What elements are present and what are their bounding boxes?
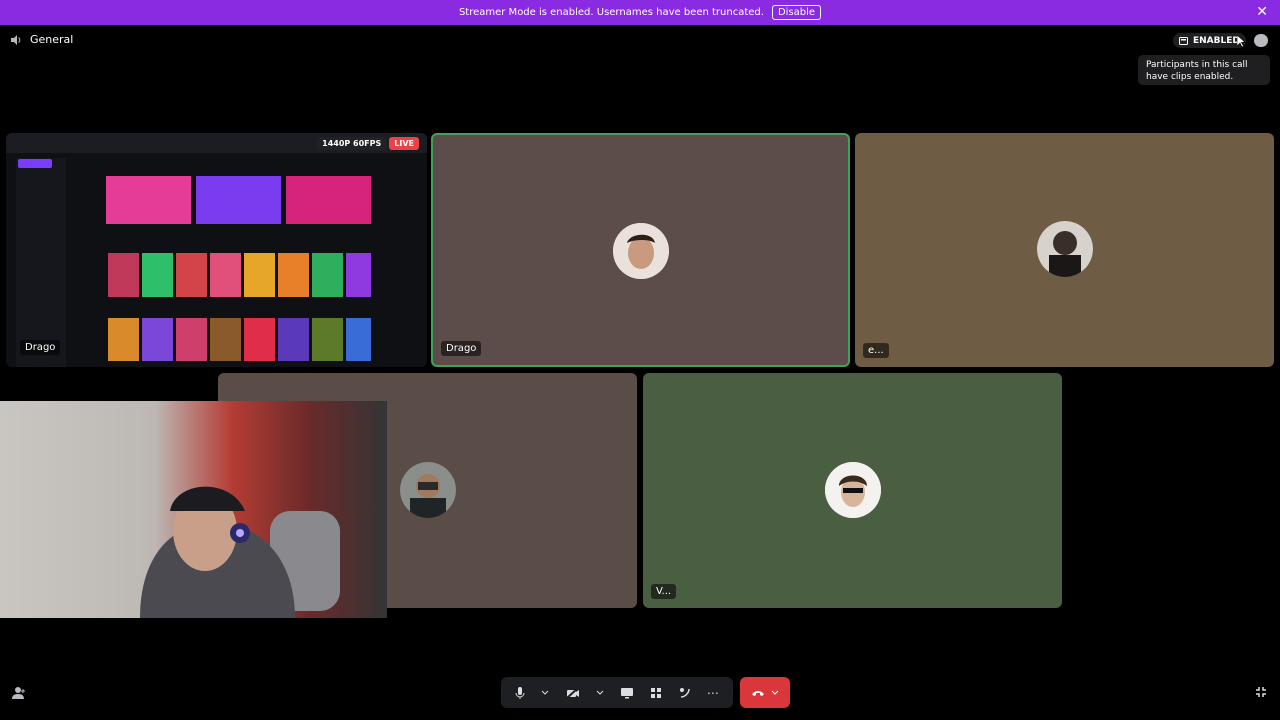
tile-name: e...	[863, 343, 889, 358]
speaker-icon	[11, 34, 21, 45]
tile-name: V...	[651, 584, 677, 599]
banner-text: Streamer Mode is enabled. Usernames have…	[458, 7, 764, 18]
quality-badge: 1440P 60FPS	[317, 137, 387, 150]
avatar	[400, 462, 456, 518]
camera-off-icon[interactable]	[565, 686, 580, 699]
channel-header: General	[10, 33, 73, 46]
close-icon[interactable]: ✕	[1256, 4, 1268, 20]
cursor-icon	[1237, 35, 1246, 48]
live-badge: LIVE	[389, 137, 419, 150]
clips-enabled-pill[interactable]: ENABLED	[1173, 33, 1246, 48]
screen-share-tile[interactable]: 1440P 60FPS LIVE Drago	[6, 133, 427, 367]
mic-icon[interactable]	[515, 686, 525, 699]
hang-up-icon	[752, 690, 764, 696]
activities-icon[interactable]	[650, 687, 662, 699]
tile-name: Drago	[441, 341, 482, 356]
avatar	[825, 462, 881, 518]
participant-tile-e[interactable]: e...	[855, 133, 1274, 367]
webcam-person	[140, 486, 340, 618]
tile-name: Drago	[20, 340, 61, 355]
screen-share-icon[interactable]	[620, 687, 634, 699]
more-button[interactable]: ⋯	[707, 686, 719, 700]
stream-preview	[6, 133, 427, 367]
call-controls: ⋯	[501, 677, 733, 708]
clips-tooltip: Participants in this call have clips ena…	[1138, 55, 1270, 85]
clips-status: ENABLED	[1193, 35, 1240, 46]
participant-tile-v[interactable]: V...	[643, 373, 1062, 608]
soundboard-icon[interactable]	[679, 687, 691, 699]
fullscreen-exit-icon[interactable]	[1255, 686, 1267, 698]
add-friend-icon[interactable]	[11, 686, 27, 700]
chat-icon[interactable]	[1254, 34, 1268, 47]
webcam-overlay	[0, 401, 387, 618]
chevron-down-icon[interactable]	[596, 690, 604, 696]
hang-up-button[interactable]	[740, 677, 790, 708]
avatar	[613, 223, 669, 279]
clip-icon	[1179, 36, 1188, 45]
channel-name: General	[30, 33, 74, 46]
avatar	[1037, 221, 1093, 277]
stream-badges: 1440P 60FPS LIVE	[317, 137, 419, 150]
chevron-down-icon[interactable]	[541, 690, 549, 696]
streamer-mode-banner: Streamer Mode is enabled. Usernames have…	[0, 0, 1280, 25]
participant-tile-drago[interactable]: Drago	[431, 133, 850, 367]
chevron-down-icon[interactable]	[771, 690, 779, 696]
disable-button[interactable]: Disable	[771, 5, 822, 20]
